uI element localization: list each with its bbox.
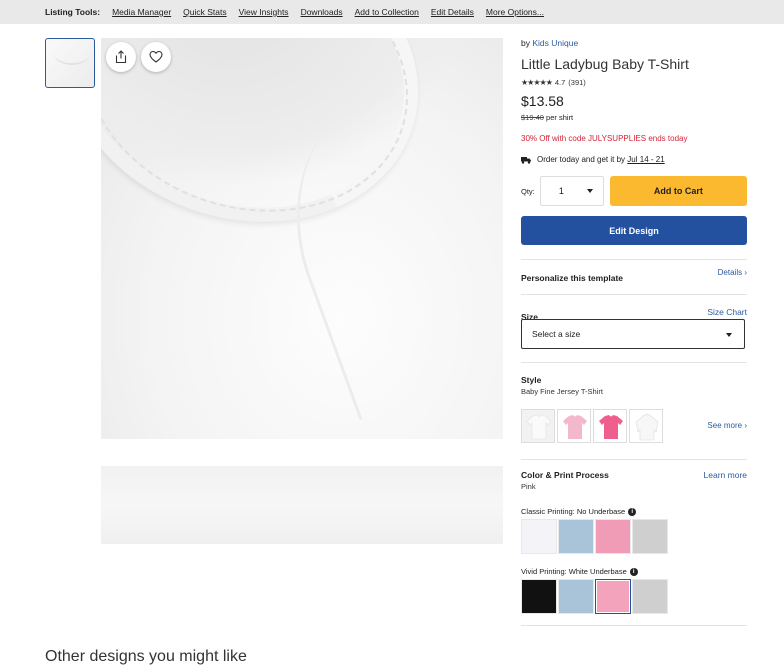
color-selected: Pink xyxy=(521,482,536,491)
classic-color-swatches xyxy=(521,519,668,554)
share-button[interactable] xyxy=(106,42,136,72)
size-chart-link[interactable]: Size Chart xyxy=(707,307,747,317)
section-divider xyxy=(521,625,747,626)
tshirt-icon xyxy=(599,415,623,439)
color-swatch-heather-grey[interactable] xyxy=(632,579,668,614)
rating-stars: ★★★★★ xyxy=(521,78,553,87)
chevron-down-icon xyxy=(726,333,732,337)
original-price-row: $19.40 per shirt xyxy=(521,113,747,122)
byline-prefix: by xyxy=(521,38,530,48)
section-divider xyxy=(521,294,747,295)
product-price: $13.58 xyxy=(521,93,564,109)
size-section: Size Size Chart Select a size xyxy=(521,307,747,349)
info-icon[interactable]: i xyxy=(628,507,637,516)
color-swatch-white[interactable] xyxy=(521,519,557,554)
tool-link-downloads[interactable]: Downloads xyxy=(301,7,343,17)
tool-link-media-manager[interactable]: Media Manager xyxy=(112,7,171,17)
promo-message: 30% Off with code JULYSUPPLIES ends toda… xyxy=(521,134,688,143)
style-section: Style Baby Fine Jersey T-Shirt See more … xyxy=(521,375,747,445)
color-swatch-light-blue[interactable] xyxy=(558,579,594,614)
share-icon xyxy=(115,50,127,64)
tool-link-quick-stats[interactable]: Quick Stats xyxy=(183,7,226,17)
tshirt-icon xyxy=(526,414,552,440)
tool-link-add-to-collection[interactable]: Add to Collection xyxy=(355,7,419,17)
quantity-row: Qty: 1 Add to Cart xyxy=(521,176,747,206)
color-swatch-light-blue[interactable] xyxy=(558,519,594,554)
listing-tools-label: Listing Tools: xyxy=(45,7,101,17)
heart-icon xyxy=(149,50,163,63)
quantity-select[interactable]: 1 xyxy=(539,176,604,206)
product-title: Little Ladybug Baby T-Shirt xyxy=(521,56,689,72)
style-swatch-pink[interactable] xyxy=(593,409,627,443)
product-secondary-image[interactable] xyxy=(101,466,503,544)
section-divider xyxy=(521,459,747,460)
color-swatch-heather-grey[interactable] xyxy=(632,519,668,554)
vivid-printing-label: Vivid Printing: White Underbase i xyxy=(521,567,638,576)
style-swatch-hoodie[interactable] xyxy=(629,409,663,443)
section-divider xyxy=(521,362,747,363)
style-title: Style xyxy=(521,375,542,385)
color-swatch-black[interactable] xyxy=(521,579,557,614)
classic-printing-label: Classic Printing: No Underbase i xyxy=(521,507,637,516)
product-thumbnail[interactable] xyxy=(45,38,95,88)
vivid-color-swatches xyxy=(521,579,668,614)
style-see-more-link[interactable]: See more › xyxy=(707,421,747,430)
qty-label: Qty: xyxy=(521,186,535,196)
color-swatch-pink[interactable] xyxy=(595,519,631,554)
classic-printing-text: Classic Printing: No Underbase xyxy=(521,507,626,516)
product-rating[interactable]: ★★★★★ 4.7 (391) xyxy=(521,78,747,87)
section-divider xyxy=(521,259,747,260)
thumbnail-shirt-image xyxy=(54,43,90,65)
vivid-printing-text: Vivid Printing: White Underbase xyxy=(521,567,627,576)
personalize-title: Personalize this template xyxy=(521,273,624,283)
tool-link-view-insights[interactable]: View Insights xyxy=(239,7,289,17)
other-designs-heading: Other designs you might like xyxy=(45,648,247,665)
favorite-button[interactable] xyxy=(141,42,171,72)
style-swatch-light-pink[interactable] xyxy=(557,409,591,443)
qty-value: 1 xyxy=(558,186,564,196)
size-select-placeholder: Select a size xyxy=(532,329,581,339)
style-swatches xyxy=(521,409,663,443)
tshirt-icon xyxy=(563,415,587,439)
original-price: $19.40 xyxy=(521,113,544,122)
store-byline: by Kids Unique xyxy=(521,38,747,48)
chevron-down-icon xyxy=(586,189,593,193)
style-selected: Baby Fine Jersey T-Shirt xyxy=(521,387,603,396)
hoodie-icon xyxy=(635,414,659,441)
delivery-estimate: Order today and get it by Jul 14 - 21 xyxy=(521,155,747,164)
color-section: Color & Print Process Pink Learn more xyxy=(521,470,747,491)
listing-tools-bar: Listing Tools: Media Manager Quick Stats… xyxy=(0,0,784,24)
color-swatch-pink-selected[interactable] xyxy=(595,579,631,614)
truck-icon xyxy=(521,156,531,164)
tool-link-edit-details[interactable]: Edit Details xyxy=(431,7,474,17)
store-link[interactable]: Kids Unique xyxy=(532,38,578,48)
color-learn-more-link[interactable]: Learn more xyxy=(704,470,747,480)
price-unit: per shirt xyxy=(546,113,574,122)
size-select[interactable]: Select a size xyxy=(521,319,745,349)
style-swatch-white[interactable] xyxy=(521,409,555,443)
tool-link-more-options[interactable]: More Options... xyxy=(486,7,544,17)
rating-value: 4.7 xyxy=(554,78,566,87)
edit-design-button[interactable]: Edit Design xyxy=(521,216,747,245)
delivery-text: Order today and get it by xyxy=(537,155,626,164)
add-to-cart-button[interactable]: Add to Cart xyxy=(609,176,747,206)
product-main-image[interactable] xyxy=(101,38,503,439)
review-count: (391) xyxy=(568,78,586,87)
personalize-section: Personalize this template Details › xyxy=(521,268,747,283)
delivery-date-link[interactable]: Jul 14 - 21 xyxy=(627,155,664,164)
personalize-details-link[interactable]: Details › xyxy=(718,268,747,277)
info-icon[interactable]: i xyxy=(629,567,638,576)
